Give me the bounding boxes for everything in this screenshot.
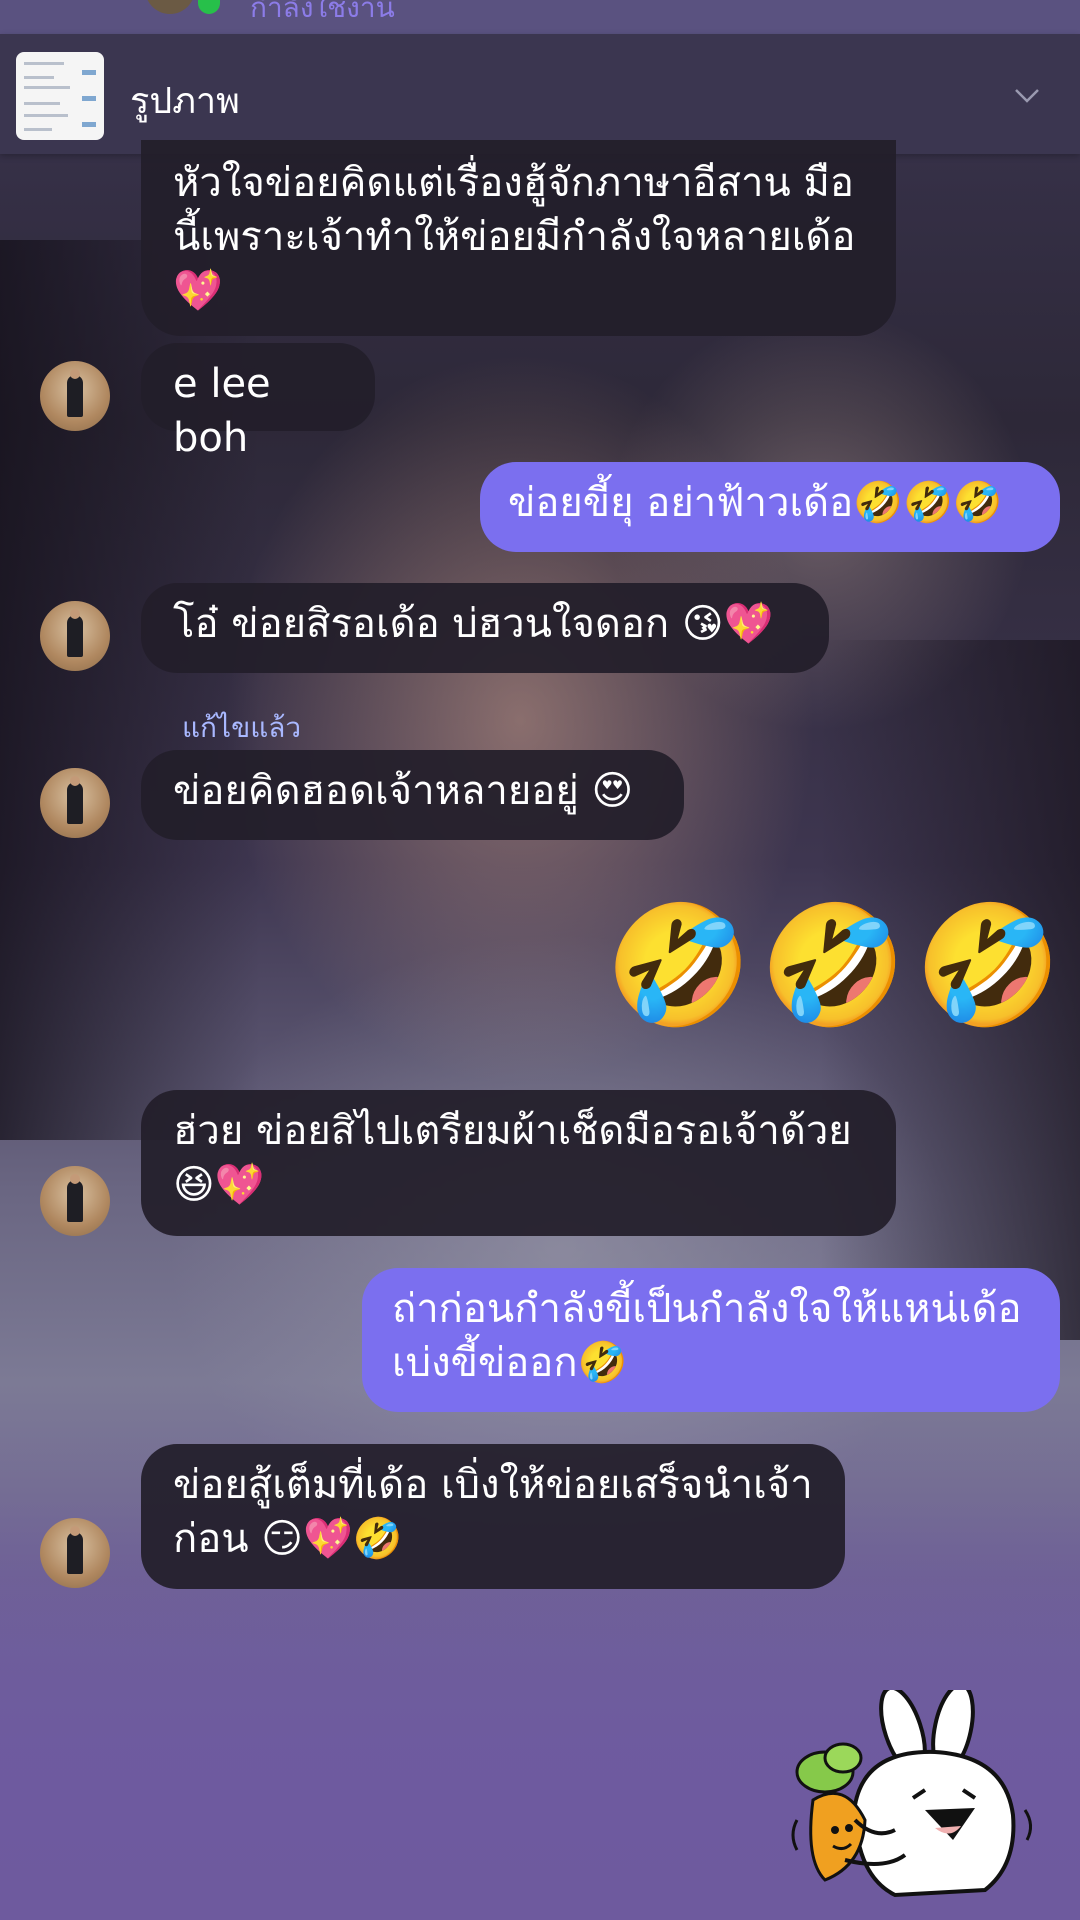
online-indicator xyxy=(198,0,220,14)
avatar[interactable] xyxy=(40,768,110,838)
avatar[interactable] xyxy=(40,361,110,431)
message-bubble-incoming[interactable]: ฮ่วย ข่อยสิไปเตรียมผ้าเช็ดมือรอเจ้าด้วย … xyxy=(141,1090,896,1236)
message-bubble-incoming[interactable]: ข่อยคิดฮอดเจ้าหลายอยู่ 😍 xyxy=(141,750,684,840)
message-bubble-incoming[interactable]: โอ๋ ข่อยสิรอเด้อ บ่ฮวนใจดอก 😘💖 xyxy=(141,583,829,673)
top-status-strip: กำลังใช้งาน xyxy=(0,0,1080,34)
emoji-message-outgoing[interactable]: 🤣🤣🤣 xyxy=(605,900,1070,1030)
message-bubble-incoming[interactable]: หัวใจข่อยคิดแต่เรื่องฮู้จักภาษาอีสาน มือ… xyxy=(141,140,896,336)
message-bubble-incoming[interactable]: e lee boh xyxy=(141,343,375,461)
avatar[interactable] xyxy=(145,0,195,14)
message-bubble-outgoing[interactable]: ถ่าก่อนกำลังขี้เป็นกำลังใจให้แหน่เด้อ เบ… xyxy=(362,1268,1060,1412)
pinned-message-bar[interactable]: รูปภาพ xyxy=(0,34,1080,154)
avatar[interactable] xyxy=(40,1166,110,1236)
message-bubble-outgoing[interactable]: ข่อยขี้ยุ อย่าฟ้าวเด้อ🤣🤣🤣 xyxy=(480,462,1060,552)
pinned-thumbnail[interactable] xyxy=(16,52,104,140)
avatar[interactable] xyxy=(40,601,110,671)
message-bubble-incoming[interactable]: ข่อยสู้เต็มที่เด้อ เบิ่งให้ข่อยเสร็จนำเจ… xyxy=(141,1444,845,1589)
rabbit-carrot-sticker[interactable] xyxy=(785,1690,1045,1905)
avatar[interactable] xyxy=(40,1518,110,1588)
chevron-down-icon[interactable] xyxy=(1014,82,1040,108)
pinned-title: รูปภาพ xyxy=(130,81,240,122)
edited-label: แก้ไขแล้ว xyxy=(182,711,302,744)
status-text: กำลังใช้งาน xyxy=(250,0,395,24)
